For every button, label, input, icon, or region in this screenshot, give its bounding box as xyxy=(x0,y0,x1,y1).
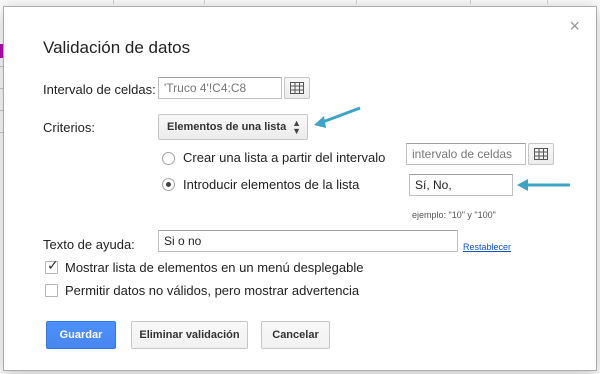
reset-link[interactable]: Restablecer xyxy=(463,242,511,252)
criteria-select-value: Elementos de una lista xyxy=(167,121,287,133)
option-list-items-label: Introducir elementos de la lista xyxy=(183,177,360,192)
radio-from-range[interactable] xyxy=(162,152,175,165)
range-input[interactable]: 'Truco 4'!C4:C8 xyxy=(158,77,282,99)
help-text-input[interactable]: Si o no xyxy=(158,230,458,252)
show-dropdown-checkbox[interactable]: ✓ xyxy=(45,257,59,274)
example-hint: ejemplo: "10" y "100" xyxy=(412,210,496,220)
criteria-select[interactable]: Elementos de una lista ▲ ▼ xyxy=(158,114,308,140)
range-grid-button[interactable] xyxy=(284,77,310,99)
data-validation-dialog: × Validación de datos Intervalo de celda… xyxy=(3,6,597,371)
list-range-input[interactable]: intervalo de celdas xyxy=(406,143,526,165)
help-label: Texto de ayuda: xyxy=(43,237,135,252)
dialog-title: Validación de datos xyxy=(43,38,191,57)
remove-validation-button[interactable]: Eliminar validación xyxy=(131,321,248,349)
grid-icon xyxy=(534,148,548,160)
list-items-input[interactable]: Sí, No, xyxy=(409,174,513,196)
show-dropdown-label: Mostrar lista de elementos en un menú de… xyxy=(65,260,364,275)
save-button[interactable]: Guardar xyxy=(46,321,116,349)
option-from-range-label: Crear una lista a partir del intervalo xyxy=(183,150,386,165)
range-label: Intervalo de celdas: xyxy=(43,82,156,97)
annotation-arrow-list xyxy=(517,179,570,191)
updown-chevron-icon: ▲ ▼ xyxy=(292,118,301,136)
checkmark-icon: ✓ xyxy=(47,257,59,273)
radio-list-items[interactable] xyxy=(162,178,175,191)
annotation-arrow-criteria xyxy=(314,106,361,128)
allow-invalid-checkbox[interactable] xyxy=(45,284,58,297)
close-icon[interactable]: × xyxy=(569,17,580,35)
criteria-label: Criterios: xyxy=(43,120,96,135)
cancel-button[interactable]: Cancelar xyxy=(261,321,330,349)
allow-invalid-label: Permitir datos no válidos, pero mostrar … xyxy=(65,283,360,298)
grid-icon xyxy=(290,82,304,94)
list-range-grid-button[interactable] xyxy=(528,143,554,165)
